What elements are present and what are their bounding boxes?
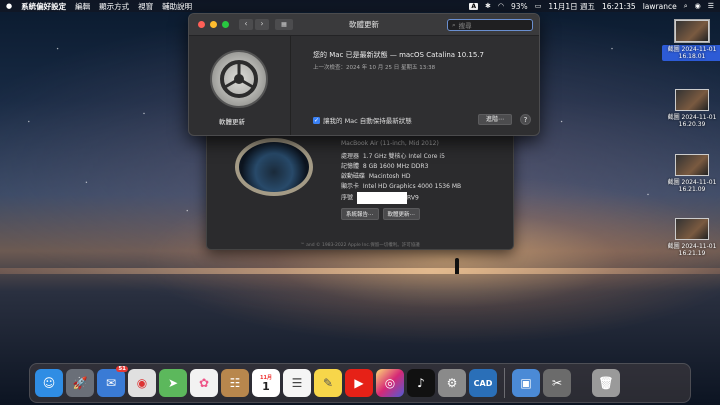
mac-model: MacBook Air (11-inch, Mid 2012) xyxy=(341,140,439,147)
control-center-icon[interactable]: ☰ xyxy=(708,2,714,10)
dock-separator xyxy=(504,368,505,398)
auto-update-label: 讓我的 Mac 自動保持最新狀態 xyxy=(323,117,412,125)
menu-bar: ● 系統偏好設定 編輯 顯示方式 視窗 輔助說明 A ✱ ◠ 93% ▭ 11月… xyxy=(0,0,720,12)
info-row-memory: 記憶體 8 GB 1600 MHz DDR3 xyxy=(341,163,429,170)
software-update-gear-icon xyxy=(210,50,268,108)
system-info: MacBook Air (11-inch, Mid 2012) 處理器 1.7 … xyxy=(341,139,461,204)
macos-catalina-icon xyxy=(235,138,313,196)
window-titlebar[interactable]: ‹ › ▦ 軟體更新 ⌕ 搜尋 xyxy=(189,14,539,36)
dock-trash-icon[interactable]: 🗑 xyxy=(592,369,620,397)
menu-time[interactable]: 16:21:35 xyxy=(602,2,636,11)
dock-finder-icon[interactable]: ☺ xyxy=(35,369,63,397)
file-thumbnail xyxy=(674,19,710,43)
dock-youtube-icon[interactable]: ▶ xyxy=(345,369,373,397)
software-update-window: ‹ › ▦ 軟體更新 ⌕ 搜尋 軟體更新 您的 Mac 已是最新狀態 — mac… xyxy=(188,13,540,136)
gear-icon xyxy=(220,60,258,98)
menu-app-name[interactable]: 系統偏好設定 xyxy=(21,1,66,12)
desktop-file-screenshot-3[interactable]: 截圖 2024-11-01 16.21.09 xyxy=(662,154,720,193)
menu-window[interactable]: 視窗 xyxy=(138,1,153,12)
siri-icon[interactable]: ◉ xyxy=(695,2,701,10)
bluetooth-icon[interactable]: ✱ xyxy=(485,2,491,10)
file-thumbnail xyxy=(675,89,709,111)
dock-preview-icon[interactable]: ▣ xyxy=(512,369,540,397)
minimize-button[interactable] xyxy=(210,21,217,28)
dock-mail-icon[interactable]: ✉ 51 xyxy=(97,366,128,397)
dock-screenshot-icon[interactable]: ✂ xyxy=(543,369,571,397)
battery-percentage[interactable]: 93% xyxy=(511,2,528,11)
menu-edit[interactable]: 編輯 xyxy=(75,1,90,12)
apple-menu-icon[interactable]: ● xyxy=(6,2,12,10)
search-field[interactable]: ⌕ 搜尋 xyxy=(447,19,533,31)
serial-redaction xyxy=(357,192,408,204)
software-update-button[interactable]: 軟體更新⋯ xyxy=(382,208,421,220)
about-this-mac-window: MacBook Air (11-inch, Mid 2012) 處理器 1.7 … xyxy=(206,125,514,250)
auto-update-option[interactable]: ✓ 讓我的 Mac 自動保持最新狀態 xyxy=(313,115,412,125)
spotlight-icon[interactable]: ⌕ xyxy=(684,2,688,11)
dock-photos-icon[interactable]: ✿ xyxy=(190,369,218,397)
dock-notes-icon[interactable]: ✎ xyxy=(314,369,342,397)
file-thumbnail xyxy=(675,154,709,176)
battery-icon[interactable]: ▭ xyxy=(535,2,542,10)
search-icon: ⌕ xyxy=(452,20,456,29)
desktop-file-screenshot-2[interactable]: 截圖 2024-11-01 16.20.39 xyxy=(662,89,720,128)
forward-button[interactable]: › xyxy=(255,19,269,30)
dock-launchpad-icon[interactable]: 🚀 xyxy=(66,369,94,397)
dock-maps-icon[interactable]: ➤ xyxy=(159,369,187,397)
dock-calendar-icon[interactable]: 11月 1 xyxy=(252,369,280,397)
mail-badge: 51 xyxy=(116,366,128,372)
back-button[interactable]: ‹ xyxy=(239,19,253,30)
dock-contacts-icon[interactable]: ☷ xyxy=(221,369,249,397)
copyright-text: ™ and © 1983-2022 Apple Inc.保留一切權利。許可協議 xyxy=(300,243,420,248)
file-thumbnail xyxy=(675,218,709,240)
menu-view[interactable]: 顯示方式 xyxy=(99,1,129,12)
info-row-processor: 處理器 1.7 GHz 雙核心 Intel Core i5 xyxy=(341,153,445,160)
wifi-icon[interactable]: ◠ xyxy=(498,2,504,10)
close-button[interactable] xyxy=(198,21,205,28)
menu-help[interactable]: 輔助說明 xyxy=(162,1,192,12)
pane-divider xyxy=(290,36,291,135)
menu-user[interactable]: lawrance xyxy=(643,2,677,11)
dock-chrome-icon[interactable]: ◉ xyxy=(128,369,156,397)
update-status: 您的 Mac 已是最新狀態 — macOS Catalina 10.15.7 xyxy=(313,51,484,59)
dock-instagram-icon[interactable]: ◎ xyxy=(376,369,404,397)
last-check-time: 上一次檢查：2024 年 10 月 25 日 星期五 13:38 xyxy=(313,65,436,71)
input-source-icon[interactable]: A xyxy=(469,2,479,10)
dock-cad-icon[interactable]: CAD xyxy=(469,369,497,397)
info-row-graphics: 顯示卡 Intel HD Graphics 4000 1536 MB xyxy=(341,183,462,190)
help-button[interactable]: ? xyxy=(520,114,531,125)
show-all-grid-button[interactable]: ▦ xyxy=(275,19,293,30)
dock-system-preferences-icon[interactable]: ⚙ xyxy=(438,369,466,397)
system-report-button[interactable]: 系統報告⋯ xyxy=(341,208,379,220)
search-placeholder: 搜尋 xyxy=(458,22,472,30)
dock-tiktok-icon[interactable]: ♪ xyxy=(407,369,435,397)
desktop-file-screenshot-1[interactable]: 截圖 2024-11-01 16.18.01 xyxy=(662,19,720,61)
software-update-label: 軟體更新 xyxy=(219,118,245,126)
wallpaper-figure xyxy=(455,258,459,274)
dock-reminders-icon[interactable]: ☰ xyxy=(283,369,311,397)
wallpaper-horizon xyxy=(0,268,720,274)
zoom-button[interactable] xyxy=(222,21,229,28)
desktop-file-screenshot-4[interactable]: 截圖 2024-11-01 16.21.19 xyxy=(662,218,720,257)
menu-date[interactable]: 11月1日 週五 xyxy=(548,1,595,12)
info-row-startup-disk: 啟動磁碟 Macintosh HD xyxy=(341,173,411,180)
info-row-serial: 序號 RV9 xyxy=(341,192,461,204)
auto-update-checkbox[interactable]: ✓ xyxy=(313,116,320,124)
dock: ☺ 🚀 ✉ 51 ◉ ➤ ✿ ☷ 11月 1 ☰ ✎ ▶ ◎ ♪ ⚙ CAD ▣… xyxy=(29,363,691,403)
advanced-button[interactable]: 進階⋯ xyxy=(478,114,512,125)
